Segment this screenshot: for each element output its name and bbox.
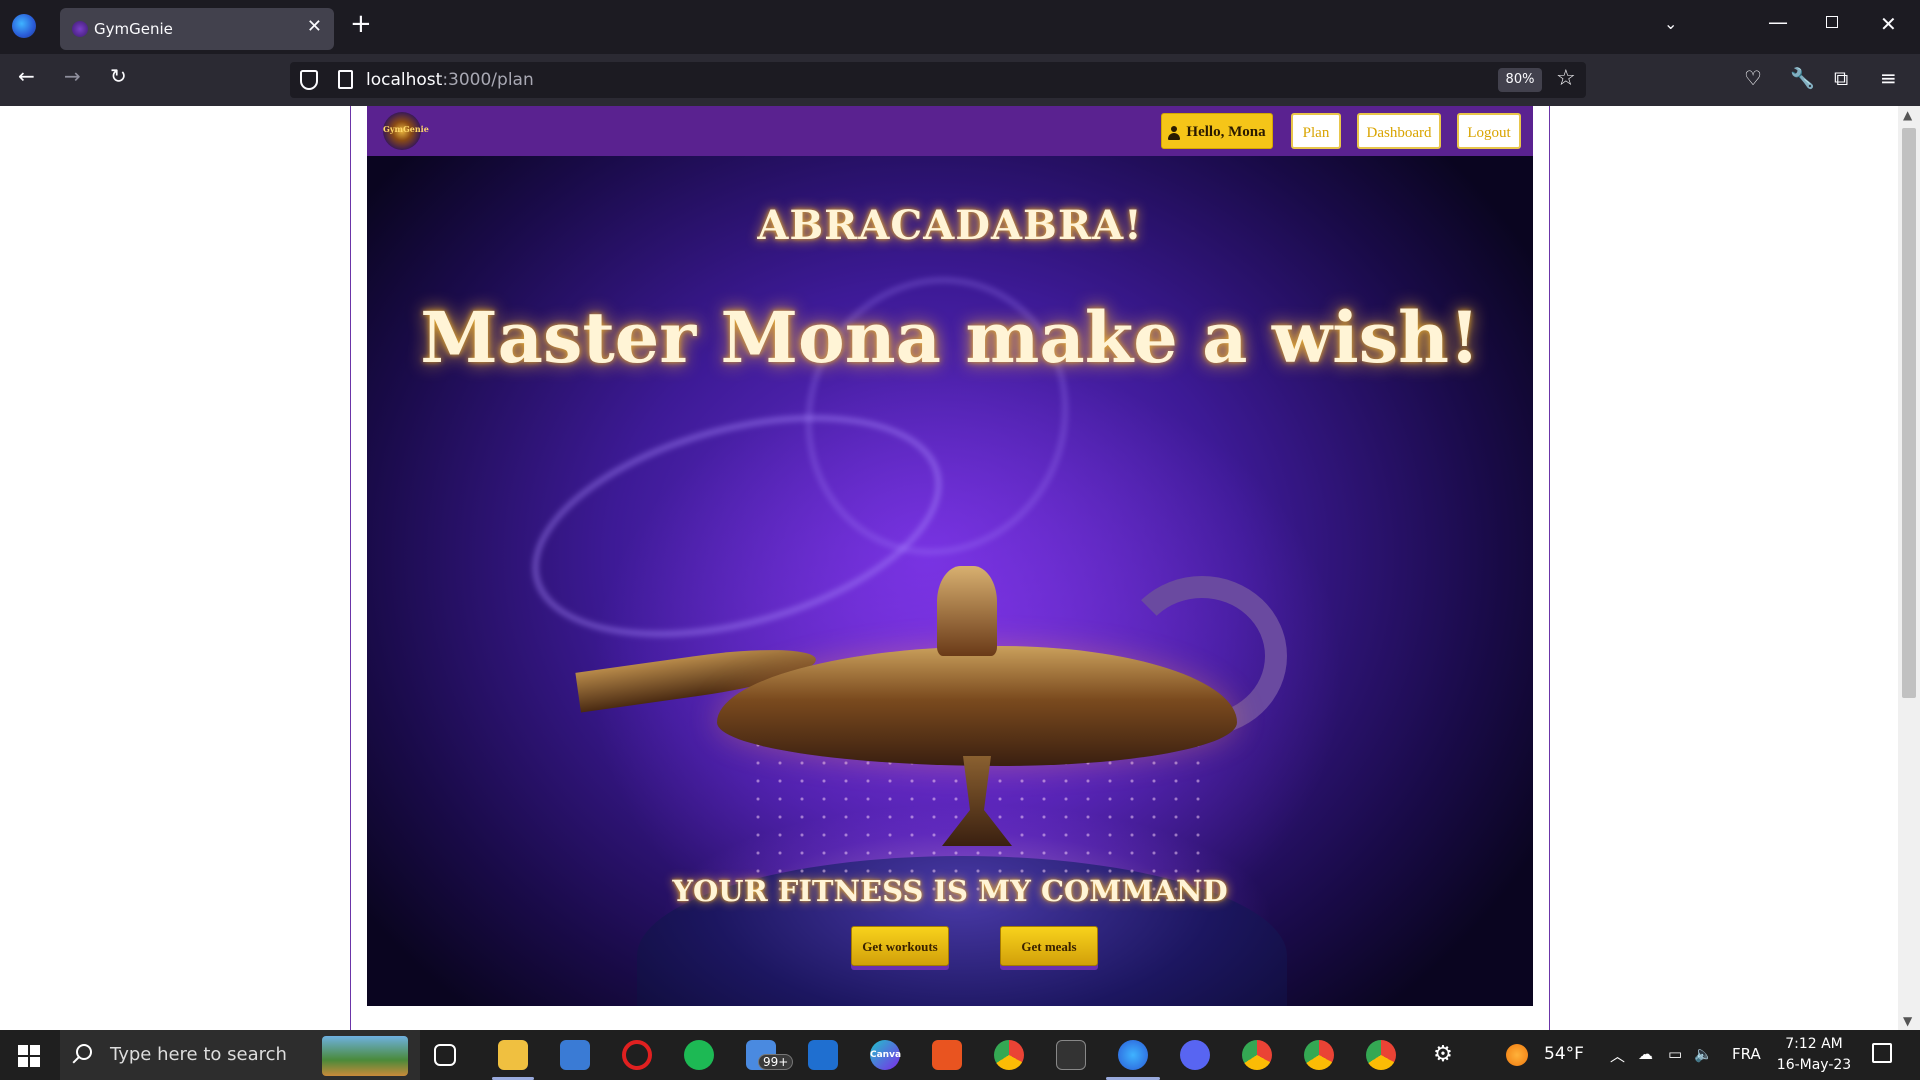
menu-icon[interactable]: ≡ [1880,66,1897,90]
search-highlight-image [322,1036,408,1076]
hello-user-button[interactable]: Hello, Mona [1161,113,1273,149]
tab-bar: GymGenie ✕ + ⌄ — ✕ [0,0,1920,54]
extensions-icon[interactable]: ⧉ [1834,66,1848,90]
forward-button[interactable]: → [64,66,81,86]
task-view-icon[interactable] [434,1044,456,1066]
reload-button[interactable]: ↻ [110,66,127,86]
discord-icon[interactable] [1180,1040,1210,1070]
taskbar-search[interactable]: Type here to search [60,1030,420,1080]
get-meals-button[interactable]: Get meals [1000,926,1098,966]
search-placeholder: Type here to search [110,1044,287,1065]
chrome-icon[interactable] [994,1040,1024,1070]
pocket-icon[interactable]: ♡ [1744,66,1762,90]
gymgenie-app: GymGenie Hello, Mona Plan Dashboard Logo… [367,106,1533,1006]
chrome-profile-2-icon[interactable] [1304,1040,1334,1070]
weather-sun-icon[interactable] [1506,1044,1528,1066]
spotify-icon[interactable] [684,1040,714,1070]
language-indicator[interactable]: FRA [1732,1045,1761,1063]
scroll-up-icon[interactable]: ▲ [1903,108,1912,122]
terminal-icon[interactable] [1056,1040,1086,1070]
windows-start-icon[interactable] [18,1045,40,1067]
firefox-taskbar-icon[interactable] [1118,1040,1148,1070]
hello-label: Hello, Mona [1186,124,1266,140]
shield-icon[interactable] [300,70,318,90]
tab-close-icon[interactable]: ✕ [307,16,322,37]
url-path: :3000/plan [442,70,534,90]
clock-time: 7:12 AM [1785,1036,1843,1052]
hero-title: ABRACADABRA! [757,202,1143,249]
file-explorer-icon[interactable] [498,1040,528,1070]
volume-icon[interactable]: 🔈 [1694,1045,1713,1063]
tab-list-chevron-icon[interactable]: ⌄ [1664,14,1677,33]
back-button[interactable]: ← [18,66,35,86]
plan-button[interactable]: Plan [1291,113,1341,149]
wrench-icon[interactable]: 🔧 [1790,66,1815,90]
zoom-level[interactable]: 80% [1498,68,1542,92]
dashboard-button[interactable]: Dashboard [1357,113,1441,149]
tray-chevron-icon[interactable]: ︿ [1610,1045,1625,1066]
system-clock[interactable]: 7:12 AM 16-May-23 [1776,1034,1852,1076]
maximize-button[interactable] [1826,16,1838,28]
tab-title: GymGenie [94,20,173,38]
scroll-thumb[interactable] [1902,128,1916,698]
page-viewport: GymGenie Hello, Mona Plan Dashboard Logo… [0,106,1920,1030]
logo-text: GymGenie [383,124,429,134]
new-tab-button[interactable]: + [350,11,372,37]
hero-section: ABRACADABRA! Master Mona make a wish! YO… [367,156,1533,1006]
hero-subtitle: Master Mona make a wish! [420,296,1480,379]
tab-gymgenie[interactable]: GymGenie ✕ [60,8,334,50]
url-host: localhost [366,70,443,90]
chrome-profile-3-icon[interactable] [1366,1040,1396,1070]
chrome-profile-1-icon[interactable] [1242,1040,1272,1070]
window-close-button[interactable]: ✕ [1880,12,1897,36]
weather-temp[interactable]: 54°F [1544,1044,1584,1064]
canva-icon[interactable]: Canva [870,1040,901,1070]
firefox-icon[interactable] [12,14,36,38]
url-bar[interactable]: localhost:3000/plan 80% ☆ [290,62,1586,98]
vscode-icon[interactable] [808,1040,838,1070]
windows-taskbar: Type here to search 99+ Canva ⚙ 54°F ︿ ☁… [0,1030,1920,1080]
browser-chrome: GymGenie ✕ + ⌄ — ✕ ← → ↻ localhost:3000/… [0,0,1920,106]
tab-favicon-icon [72,21,88,37]
search-icon [76,1044,92,1060]
onedrive-icon[interactable]: ☁ [1638,1045,1653,1063]
url-text[interactable]: localhost:3000/plan [366,70,534,90]
minimize-button[interactable]: — [1768,10,1788,34]
get-workouts-button[interactable]: Get workouts [851,926,949,966]
clock-date: 16-May-23 [1776,1057,1852,1073]
lamp-lid [937,566,997,656]
opera-icon[interactable] [622,1040,652,1070]
app-header: GymGenie Hello, Mona Plan Dashboard Logo… [367,106,1533,156]
ms-store-icon[interactable] [560,1040,590,1070]
settings-gear-icon[interactable]: ⚙ [1428,1040,1458,1070]
scroll-down-icon[interactable]: ▼ [1903,1014,1912,1028]
hero-tagline: YOUR FITNESS IS MY COMMAND [672,874,1228,908]
user-icon [1168,125,1181,140]
logout-button[interactable]: Logout [1457,113,1521,149]
battery-icon[interactable]: ▭ [1668,1045,1682,1063]
page-scrollbar[interactable]: ▲ ▼ [1898,106,1920,1030]
mail-badge: 99+ [758,1054,794,1070]
page-info-icon[interactable] [338,70,353,89]
notification-icon[interactable] [1872,1043,1892,1063]
bookmark-star-icon[interactable]: ☆ [1556,66,1576,91]
ubuntu-icon[interactable] [932,1040,962,1070]
